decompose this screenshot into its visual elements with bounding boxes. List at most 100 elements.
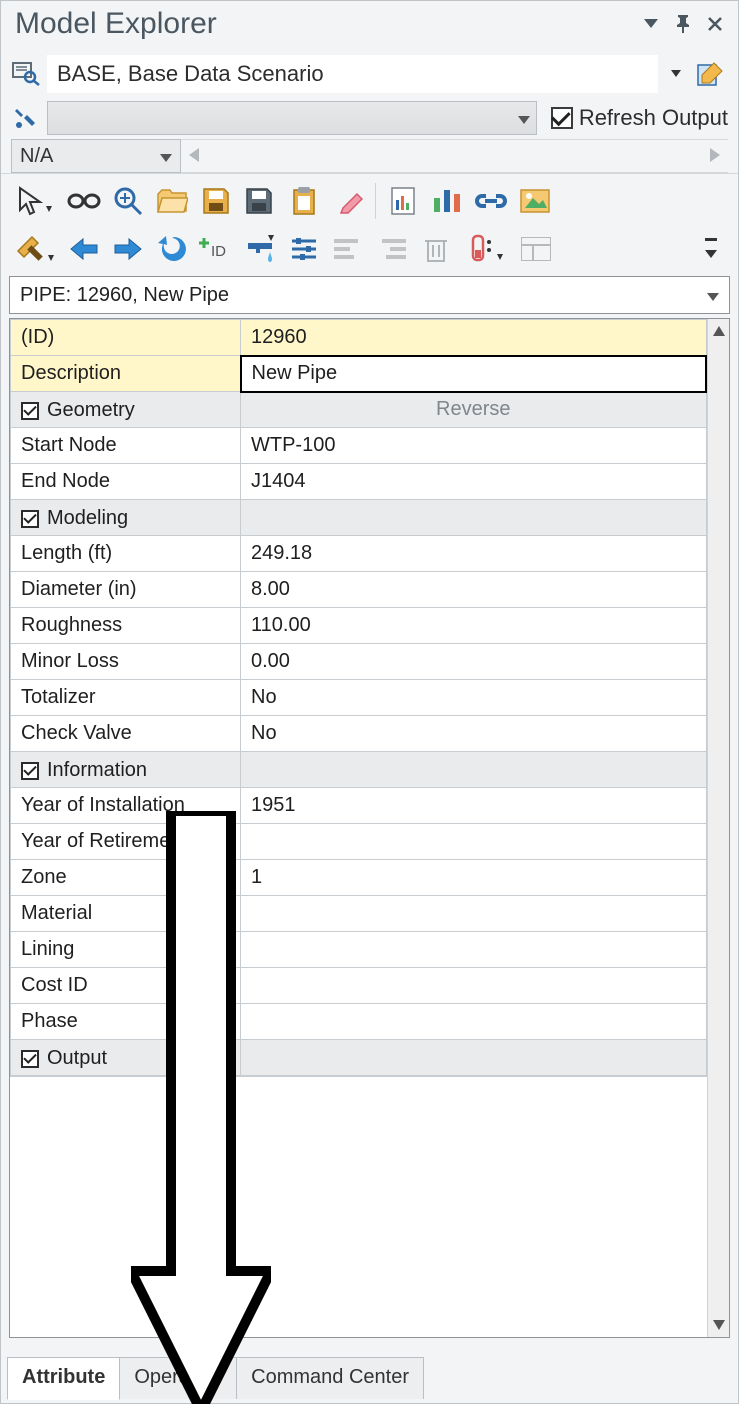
nav-scroll-area[interactable] [181,139,728,173]
section-toggle[interactable]: Output [21,1047,107,1070]
cell-value[interactable]: WTP-100 [241,428,707,464]
align-left-icon[interactable] [327,228,369,270]
panel-title: Model Explorer [15,7,632,41]
chevron-down-icon [160,145,172,168]
section-information[interactable]: Information [11,752,707,788]
tab-command-center[interactable]: Command Center [236,1357,424,1399]
cell-value[interactable] [241,896,707,932]
scenario-dropdown-icon[interactable] [664,59,688,89]
chart-icon[interactable] [426,180,468,222]
section-geometry[interactable]: Geometry Reverse [11,392,707,428]
object-selector[interactable]: PIPE: 12960, New Pipe [9,276,730,314]
layout-icon[interactable] [515,228,557,270]
eraser-icon[interactable] [327,180,369,222]
table-row[interactable]: Zone1 [11,860,707,896]
tube-icon[interactable] [459,228,513,270]
table-row[interactable]: Start NodeWTP-100 [11,428,707,464]
back-arrow-icon[interactable] [63,228,105,270]
table-row[interactable]: Roughness110.00 [11,608,707,644]
svg-text:ID: ID [211,243,226,260]
history-icon[interactable] [151,228,193,270]
pointer-tool-icon[interactable] [7,180,61,222]
refresh-output-checkbox[interactable]: Refresh Output [543,105,728,131]
hammer-tool-icon[interactable] [7,228,61,270]
cell-label: (ID) [11,320,241,356]
tab-attribute[interactable]: Attribute [7,1357,120,1400]
cell-value[interactable] [241,968,707,1004]
tools-icon[interactable] [11,103,41,133]
toolbar-overflow-icon[interactable] [690,228,732,270]
cell-value[interactable] [241,824,707,860]
forward-arrow-icon[interactable] [107,228,149,270]
cell-value[interactable]: New Pipe [241,356,707,392]
row-id[interactable]: (ID) 12960 [11,320,707,356]
save-all-icon[interactable] [239,180,281,222]
scenario-search-icon[interactable] [11,59,41,89]
section-toggle[interactable]: Geometry [21,399,135,422]
section-toggle[interactable]: Information [21,759,147,782]
cell-value[interactable]: No [241,716,707,752]
table-row[interactable]: Minor Loss0.00 [11,644,707,680]
filter-dropdown[interactable] [47,101,537,135]
chevron-down-icon [518,108,530,129]
tab-operation[interactable]: Operation [119,1357,237,1399]
table-row[interactable]: Lining [11,932,707,968]
cell-value[interactable]: 249.18 [241,536,707,572]
cell-label: Year of Installation [11,788,241,824]
table-row[interactable]: Year of Installation1951 [11,788,707,824]
edit-scenario-icon[interactable] [694,57,728,91]
cell-value[interactable]: 0.00 [241,644,707,680]
cell-value[interactable] [241,932,707,968]
cell-value[interactable]: J1404 [241,464,707,500]
align-right-icon[interactable] [371,228,413,270]
hyperlink-icon[interactable] [470,180,512,222]
scroll-left-icon[interactable] [189,146,199,167]
faucet-icon[interactable] [239,228,281,270]
link-icon[interactable] [63,180,105,222]
cell-label: Length (ft) [11,536,241,572]
nav-select[interactable]: N/A [11,139,181,173]
table-row[interactable]: Material [11,896,707,932]
section-action[interactable]: Reverse [241,392,707,428]
cell-value[interactable]: 1 [241,860,707,896]
cell-label: Material [11,896,241,932]
section-modeling[interactable]: Modeling [11,500,707,536]
table-row[interactable]: Length (ft)249.18 [11,536,707,572]
section-toggle[interactable]: Modeling [21,507,128,530]
scroll-up-icon[interactable] [713,323,725,339]
scenario-row: BASE, Base Data Scenario [1,51,738,97]
save-icon[interactable] [195,180,237,222]
cell-value[interactable]: 8.00 [241,572,707,608]
open-folder-icon[interactable] [151,180,193,222]
scroll-right-icon[interactable] [710,146,720,167]
paste-icon[interactable] [283,180,325,222]
section-output[interactable]: Output [11,1040,707,1076]
report-icon[interactable] [382,180,424,222]
zoom-in-icon[interactable] [107,180,149,222]
cell-value[interactable]: No [241,680,707,716]
table-row[interactable]: Check ValveNo [11,716,707,752]
table-row[interactable]: Cost ID [11,968,707,1004]
scroll-down-icon[interactable] [713,1317,725,1333]
settings-sliders-icon[interactable] [283,228,325,270]
add-id-icon[interactable]: ID [195,228,237,270]
scenario-name[interactable]: BASE, Base Data Scenario [47,55,658,93]
cell-value[interactable] [241,1004,707,1040]
delete-icon[interactable] [415,228,457,270]
row-description[interactable]: Description New Pipe [11,356,707,392]
table-row[interactable]: Diameter (in)8.00 [11,572,707,608]
cell-value[interactable]: 110.00 [241,608,707,644]
vertical-scrollbar[interactable] [707,319,729,1337]
checkbox-icon [21,510,39,528]
cell-value[interactable]: 12960 [241,320,707,356]
table-row[interactable]: Phase [11,1004,707,1040]
checkbox-icon [21,402,39,420]
pin-icon[interactable] [670,11,696,37]
close-icon[interactable] [702,11,728,37]
table-row[interactable]: Year of Retirement [11,824,707,860]
cell-value[interactable]: 1951 [241,788,707,824]
window-options-icon[interactable] [638,11,664,37]
table-row[interactable]: End NodeJ1404 [11,464,707,500]
image-icon[interactable] [514,180,556,222]
table-row[interactable]: TotalizerNo [11,680,707,716]
